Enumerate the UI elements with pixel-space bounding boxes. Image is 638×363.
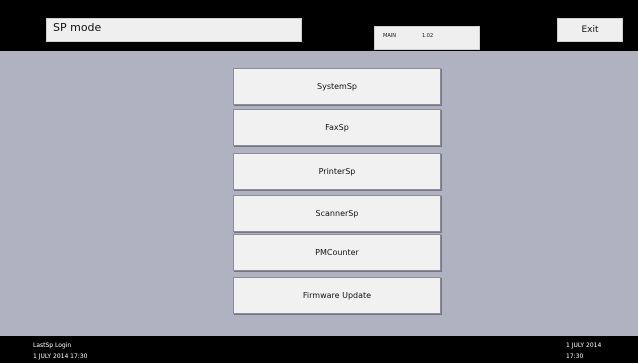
system-sp-button[interactable]: SystemSp bbox=[233, 68, 441, 105]
current-time: 17:30 bbox=[566, 353, 584, 360]
top-bar: SP mode MAIN 1.02 Exit bbox=[0, 0, 638, 51]
firmware-update-button[interactable]: Firmware Update bbox=[233, 277, 441, 314]
version-box: MAIN 1.02 bbox=[374, 26, 480, 50]
status-bar: LastSp Login 1 JULY 2014 17:30 1 JULY 20… bbox=[0, 336, 638, 363]
mode-title: SP mode bbox=[46, 18, 302, 42]
scanner-sp-button[interactable]: ScannerSp bbox=[233, 195, 441, 232]
fax-sp-button[interactable]: FaxSp bbox=[233, 109, 441, 146]
exit-button[interactable]: Exit bbox=[557, 18, 623, 42]
version-label: MAIN bbox=[383, 33, 396, 39]
printer-sp-button[interactable]: PrinterSp bbox=[233, 153, 441, 190]
last-sp-login-label: LastSp Login bbox=[33, 342, 72, 349]
last-sp-login-datetime: 1 JULY 2014 17:30 bbox=[33, 353, 88, 360]
main-panel: SystemSp FaxSp PrinterSp ScannerSp PMCou… bbox=[0, 51, 638, 336]
current-date: 1 JULY 2014 bbox=[566, 342, 602, 349]
version-value: 1.02 bbox=[422, 33, 434, 39]
pm-counter-button[interactable]: PMCounter bbox=[233, 234, 441, 271]
